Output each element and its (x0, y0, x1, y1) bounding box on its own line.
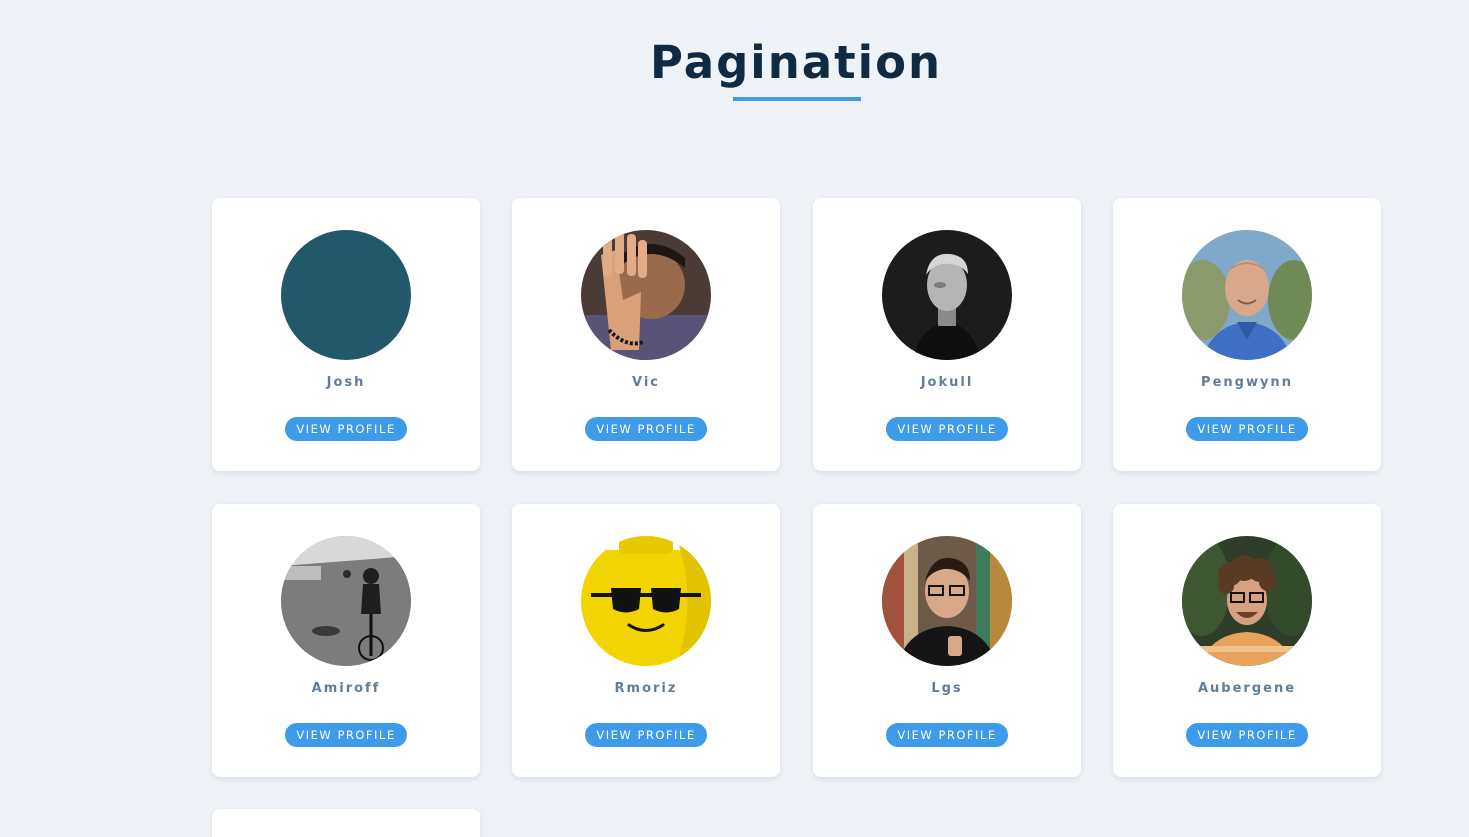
profile-name: Lgs (931, 681, 963, 696)
profile-name: Aubergene (1197, 681, 1297, 696)
profile-card: Jokull VIEW PROFILE (813, 198, 1081, 471)
avatar-image (581, 536, 711, 666)
view-profile-button[interactable]: VIEW PROFILE (886, 723, 1008, 747)
view-profile-button[interactable]: VIEW PROFILE (585, 417, 707, 441)
profile-card: Lgs VIEW PROFILE (813, 504, 1081, 777)
avatar (1182, 230, 1312, 360)
avatar (1182, 536, 1312, 666)
avatar-image (882, 536, 1012, 666)
profile-card: Vic VIEW PROFILE (512, 198, 780, 471)
profile-card: Josh VIEW PROFILE (212, 198, 480, 471)
avatar (281, 536, 411, 666)
page-title: Pagination (649, 36, 943, 89)
avatar (882, 536, 1012, 666)
page-header: Pagination (646, 36, 946, 101)
view-profile-button[interactable]: VIEW PROFILE (585, 723, 707, 747)
profile-name: Jokull (920, 375, 974, 390)
avatar (882, 230, 1012, 360)
profile-card: Aubergene VIEW PROFILE (1113, 504, 1381, 777)
profile-card: Rmoriz VIEW PROFILE (512, 504, 780, 777)
view-profile-button[interactable]: VIEW PROFILE (886, 417, 1008, 441)
view-profile-button[interactable]: VIEW PROFILE (285, 723, 407, 747)
profile-card: Amiroff VIEW PROFILE (212, 504, 480, 777)
page: Pagination Josh VIEW PROFILE Vic VIEW PR… (0, 0, 1469, 837)
avatar-image (882, 230, 1012, 360)
avatar-image (281, 536, 411, 666)
profile-name: Josh (326, 375, 366, 390)
title-underline (733, 97, 861, 101)
view-profile-button[interactable]: VIEW PROFILE (285, 417, 407, 441)
profile-name: Pengwynn (1201, 375, 1293, 390)
avatar (581, 536, 711, 666)
avatar-image (281, 230, 411, 360)
avatar-image (1182, 230, 1312, 360)
avatar (581, 230, 711, 360)
avatar (281, 230, 411, 360)
view-profile-button[interactable]: VIEW PROFILE (1186, 723, 1308, 747)
avatar-image (581, 230, 711, 360)
profile-name: Rmoriz (614, 681, 678, 696)
profile-name: Vic (632, 375, 660, 390)
avatar-image (1182, 536, 1312, 666)
profile-card: Pengwynn VIEW PROFILE (1113, 198, 1381, 471)
view-profile-button[interactable]: VIEW PROFILE (1186, 417, 1308, 441)
profile-card (212, 809, 480, 837)
profile-name: Amiroff (311, 681, 381, 696)
